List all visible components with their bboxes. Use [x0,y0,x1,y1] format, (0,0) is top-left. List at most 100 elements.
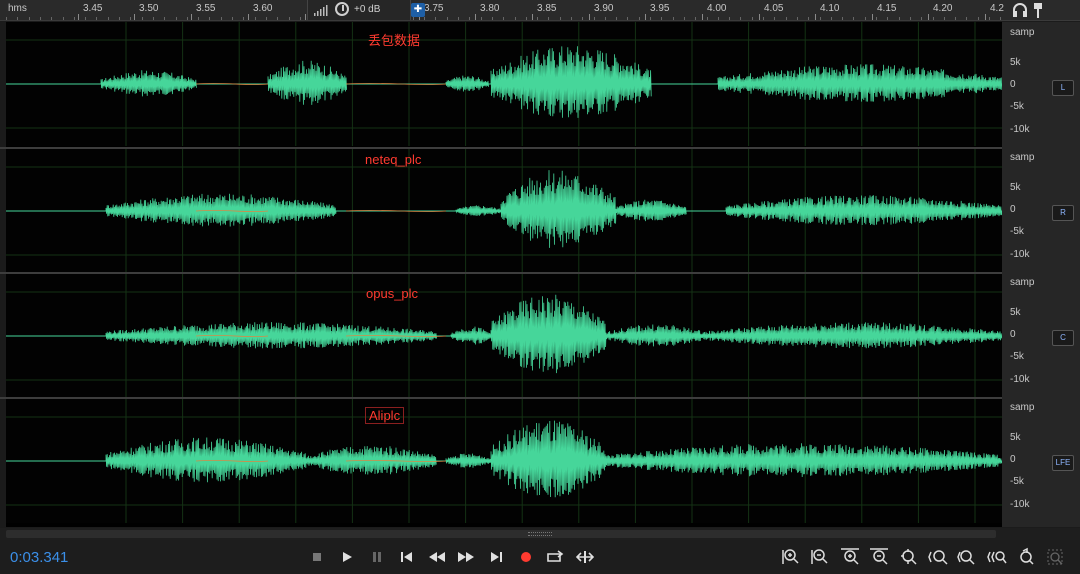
rewind-button[interactable] [426,547,448,567]
zoom-full-button[interactable] [897,547,919,567]
ruler-minor-tick [955,17,956,20]
track-lane[interactable]: 丢包数据 [6,22,1002,146]
channel-badge[interactable]: LFE [1052,455,1074,471]
channel-badge[interactable]: R [1052,205,1074,221]
ruler-minor-tick [413,17,414,20]
ruler-minor-tick [797,17,798,20]
ruler-minor-tick [277,17,278,20]
ruler-unit-label: hms [8,3,27,14]
channel-scale: samp 5k 0 -5k -10k R [1002,149,1080,273]
zoom-extra-icon [1047,549,1063,565]
channel-badge[interactable]: L [1052,80,1074,96]
ruler-tick-label: 3.90 [594,3,614,14]
ruler-major-tick [928,14,929,20]
loop-button[interactable] [544,547,566,567]
zoom-out-time-icon [870,548,888,565]
zoom-reset-button[interactable] [1015,547,1037,567]
zoom-in-time-button[interactable] [839,547,861,567]
ruler-minor-tick [560,17,561,20]
volume-knob[interactable] [335,2,349,16]
ruler-minor-tick [831,17,832,20]
ruler-minor-tick [695,17,696,20]
zoom-out-time-button[interactable] [868,547,890,567]
pause-button[interactable] [366,547,388,567]
ruler-minor-tick [910,17,911,20]
waveform-area[interactable]: 丢包数据 neteq_plc opus_plc Aliplc [6,22,1002,527]
ruler-minor-tick [187,17,188,20]
headphones-icon[interactable] [1013,3,1027,17]
ruler-minor-tick [29,17,30,20]
ruler-minor-tick [51,17,52,20]
time-ruler[interactable]: hms 3.45 3.50 3.55 3.60 3.75 3.80 3.85 3… [0,0,1080,21]
zoom-full-icon [901,549,917,565]
scale-label: -10k [1010,124,1030,135]
ruler-minor-tick [481,17,482,20]
waveform[interactable] [6,399,1002,523]
waveform[interactable] [6,22,1002,146]
ruler-tick-label: 3.50 [139,3,159,14]
waveform[interactable] [6,149,1002,273]
ruler-tick-label: 4.10 [820,3,840,14]
ruler-minor-tick [119,17,120,20]
zoom-in-right-button[interactable] [956,547,978,567]
horizontal-scrollbar[interactable] [0,528,1080,540]
channel-badge[interactable]: C [1052,330,1074,346]
zoom-selection-button[interactable] [986,547,1008,567]
zoom-out-amplitude-icon [811,549,828,564]
ruler-minor-tick [300,17,301,20]
ruler-major-tick [248,14,249,20]
ruler-minor-tick [921,17,922,20]
playhead-marker-icon[interactable] [1034,3,1042,18]
zoom-out-amplitude-button[interactable] [809,547,831,567]
play-button[interactable] [336,547,358,567]
zoom-in-right-icon [957,550,975,565]
ruler-minor-tick [130,17,131,20]
ruler-minor-tick [661,17,662,20]
go-to-start-button[interactable] [396,547,418,567]
pin-icon[interactable]: ✚ [411,3,425,17]
stop-button[interactable] [306,547,328,567]
current-time-display[interactable]: 0:03.341 [10,549,68,566]
record-button[interactable] [515,547,537,567]
scale-label: 0 [1010,204,1016,215]
waveform[interactable] [6,274,1002,398]
ruler-minor-tick [966,17,967,20]
channel-scale: samp 5k 0 -5k -10k C [1002,274,1080,398]
hud-overlay[interactable]: +0 dB [307,0,411,20]
go-to-end-button[interactable] [485,547,507,567]
track-lane[interactable]: neteq_plc [6,149,1002,273]
skip-forward-icon [491,552,502,562]
track-lane[interactable]: Aliplc [6,399,1002,523]
ruler-minor-tick [944,17,945,20]
zoom-in-amplitude-icon [782,549,799,564]
zoom-extra-button[interactable] [1045,547,1067,567]
ruler-major-tick [815,14,816,20]
ruler-icons [1010,0,1080,20]
skip-selection-button[interactable] [574,547,596,567]
scale-label: -5k [1010,101,1024,112]
track-lane[interactable]: opus_plc [6,274,1002,398]
ruler-minor-tick [255,17,256,20]
amplitude-scale[interactable]: samp 5k 0 -5k -10k L samp 5k 0 -5k -10k … [1002,22,1080,527]
fast-forward-button[interactable] [455,547,477,567]
scrollbar-grip-icon[interactable] [528,532,552,536]
scale-unit: samp [1010,27,1035,38]
scale-label: 0 [1010,329,1016,340]
ruler-tick-label: 3.95 [650,3,670,14]
scale-label: 5k [1010,432,1021,443]
ruler-minor-tick [198,17,199,20]
ruler-minor-tick [808,17,809,20]
track-annotation: opus_plc [366,286,419,301]
ruler-major-tick [702,14,703,20]
ruler-minor-tick [899,17,900,20]
zoom-in-left-button[interactable] [927,547,949,567]
ruler-minor-tick [176,17,177,20]
zoom-reset-icon [1020,547,1034,565]
ruler-major-tick [645,14,646,20]
ruler-minor-tick [887,17,888,20]
ruler-minor-tick [639,17,640,20]
scrollbar-thumb[interactable] [6,530,996,538]
zoom-in-amplitude-button[interactable] [780,547,802,567]
scale-label: -5k [1010,226,1024,237]
ruler-major-tick [759,14,760,20]
